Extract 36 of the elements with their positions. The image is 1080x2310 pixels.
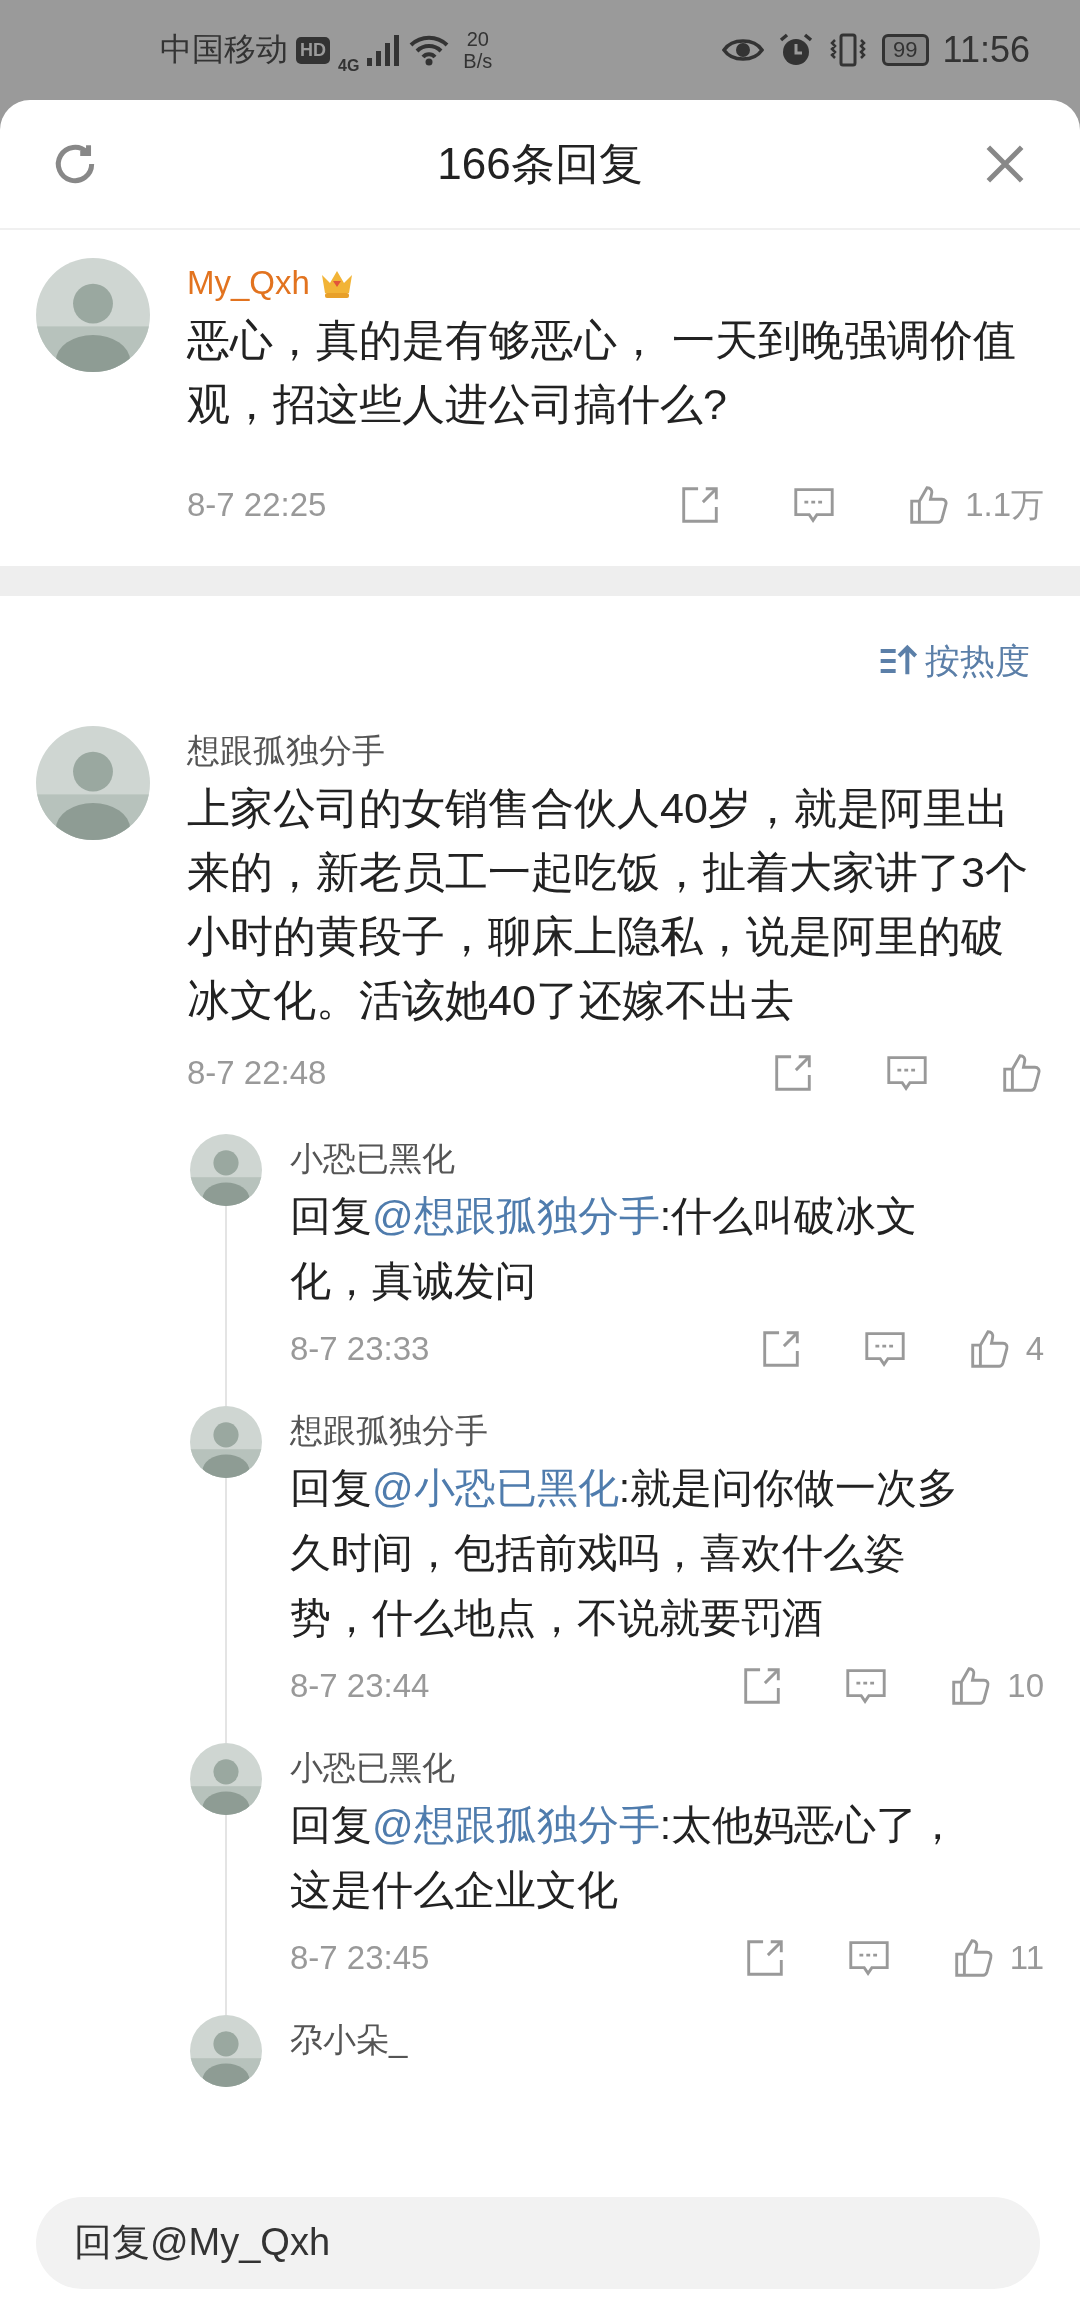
comment-time: 8-7 22:25 [187, 486, 328, 524]
user-name[interactable]: 尕小朵_ [290, 2015, 408, 2065]
mention-link[interactable]: @想跟孤独分手 [372, 1193, 660, 1239]
carrier-name: 中国移动 [160, 30, 288, 69]
speed-value: 20 [466, 28, 489, 50]
comment-time: 8-7 22:48 [187, 1054, 328, 1092]
comment-text: 上家公司的女销售合伙人40岁，就是阿里出来的，新老员工一起吃饭，扯着大家讲了3个小时的黄段子，聊床上隐私，说是阿里的破冰文化。活该她40了还嫁不出去 [187, 783, 1029, 1026]
clock-time: 11:56 [942, 29, 1030, 71]
user-name[interactable]: 小恐已黑化 [290, 1134, 455, 1184]
reply-text: 回复@想跟孤独分手:太他妈恶心了，这是什么企业文化 [290, 1801, 960, 1915]
signal-icon [367, 34, 402, 66]
sheet-title: 166条回复 [437, 137, 643, 190]
like-count: 1.1万 [965, 484, 1044, 525]
battery-icon: 99 [882, 34, 929, 66]
reply-field[interactable]: 回复@My_Qxh [36, 2196, 1040, 2289]
reply-text: 回复@想跟孤独分手:什么叫破冰文化，真诚发问 [290, 1192, 919, 1306]
network-type: 4G [338, 57, 360, 75]
comment-time: 8-7 23:45 [290, 1939, 431, 1977]
eye-icon [722, 36, 765, 64]
like-count: 4 [1025, 1330, 1044, 1368]
like-count: 10 [1007, 1667, 1044, 1705]
user-name[interactable]: 想跟孤独分手 [290, 1406, 488, 1456]
comment-time: 8-7 23:44 [290, 1667, 431, 1705]
mention-link[interactable]: @想跟孤独分手 [372, 1802, 660, 1848]
user-name[interactable]: 想跟孤独分手 [187, 726, 385, 776]
hd-badge: HD [296, 36, 330, 64]
like-count: 11 [1009, 1939, 1044, 1977]
wifi-icon [409, 34, 450, 66]
comment-time: 8-7 23:33 [290, 1330, 431, 1368]
reply-text: 回复@小恐已黑化:就是问你做一次多久时间，包括前戏吗，喜欢什么姿势，什么地点，不说就要罚酒 [290, 1464, 960, 1643]
mention-link[interactable]: @小恐已黑化 [372, 1465, 619, 1511]
user-name[interactable]: 小恐已黑化 [290, 1743, 455, 1793]
speed-unit: B/s [463, 50, 493, 72]
alarm-icon [778, 32, 815, 68]
comment-text: 恶心，真的是有够恶心， 一天到晚强调价值观，招这些人进公司搞什么? [187, 315, 1017, 430]
sort-button[interactable]: 按热度 [879, 637, 1030, 685]
